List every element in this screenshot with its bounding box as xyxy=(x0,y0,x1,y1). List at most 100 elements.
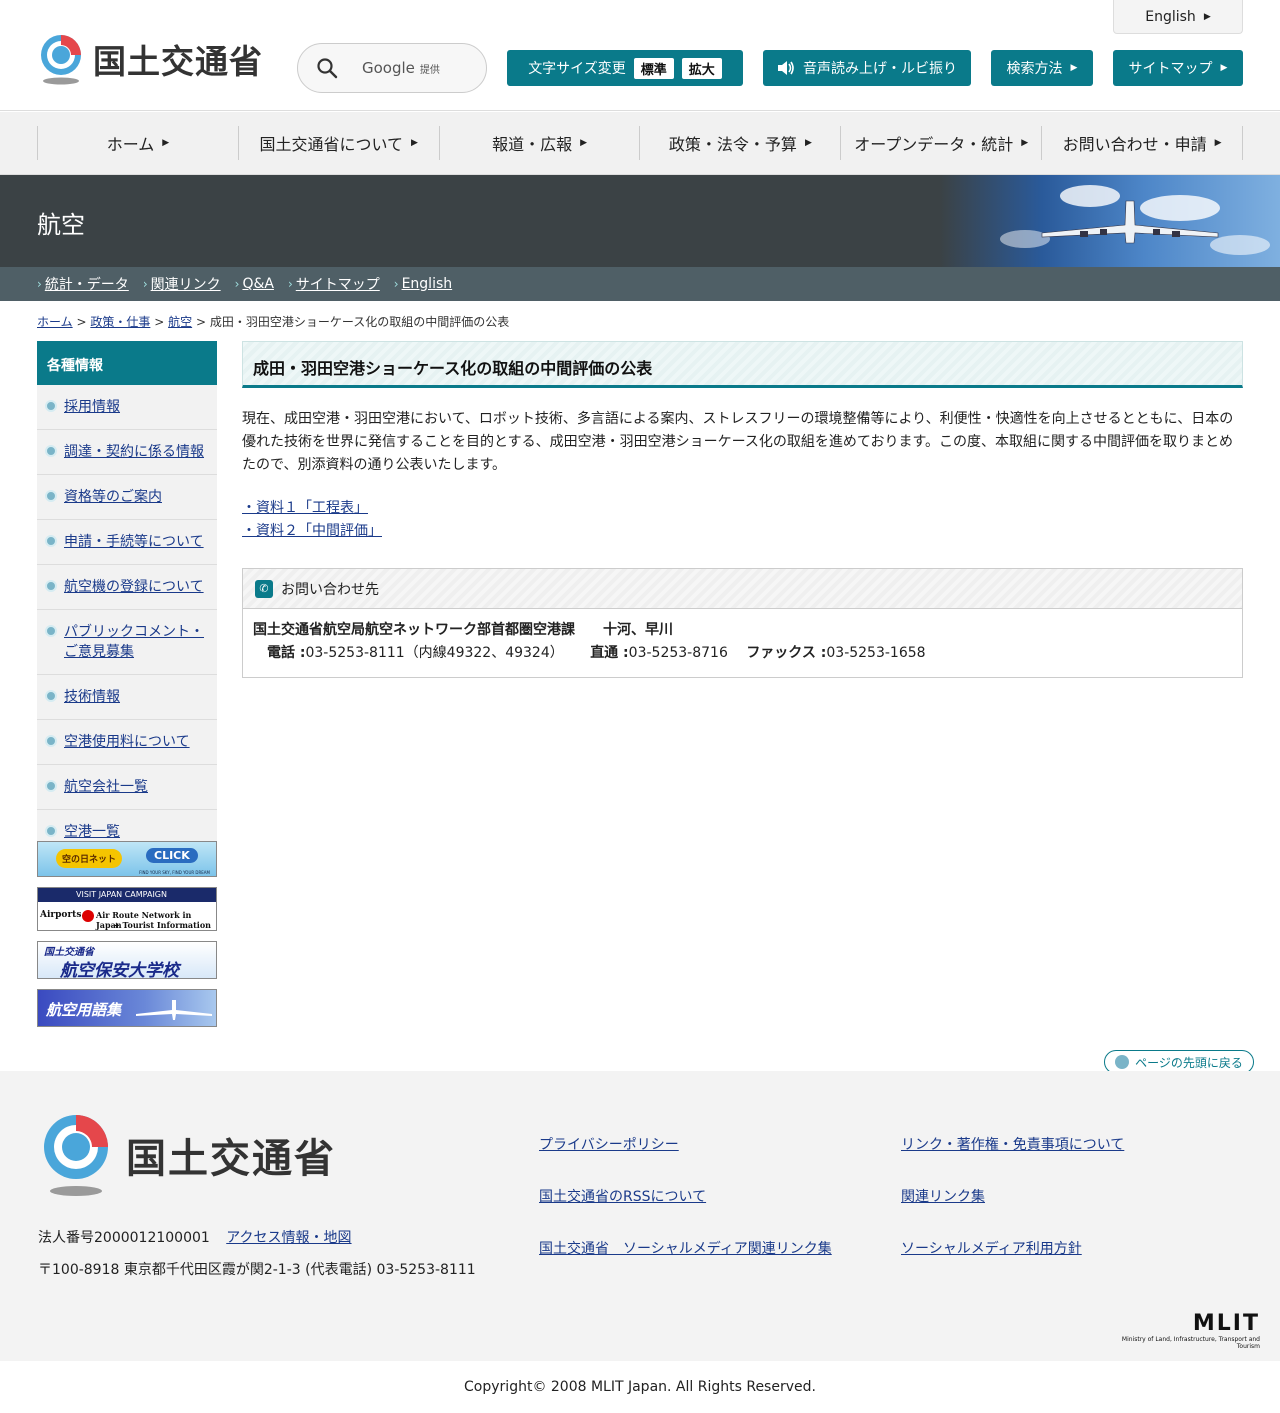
sora-no-hi-tagline: FIND YOUR SKY, FIND YOUR DREAM xyxy=(139,870,210,875)
site-logo[interactable]: 国土交通省 xyxy=(37,33,263,85)
breadcrumb-separator: > xyxy=(154,315,165,329)
logo-text: 国土交通省 xyxy=(93,42,263,81)
footer-logo[interactable]: 国土交通省 xyxy=(38,1113,336,1197)
sidebar-item-qualifications[interactable]: 資格等のご案内 xyxy=(37,475,217,520)
mlit-logo-mark-icon xyxy=(41,35,81,85)
red-sun-icon xyxy=(82,910,94,922)
breadcrumb-policy[interactable]: 政策・仕事 xyxy=(90,315,150,329)
sidebar-item-label[interactable]: 資格等のご案内 xyxy=(64,489,162,505)
gnav-label: オープンデータ・統計 xyxy=(854,135,1014,154)
banner-glossary[interactable]: 航空用語集 xyxy=(37,989,217,1027)
sidebar-item-procurement[interactable]: 調達・契約に係る情報 xyxy=(37,430,217,475)
sidebar-item-technical[interactable]: 技術情報 xyxy=(37,675,217,720)
voice-ruby-label: 音声読み上げ・ルビ振り xyxy=(803,61,957,77)
site-search[interactable]: Google 提供 xyxy=(297,43,487,93)
gnav-label: 政策・法令・予算 xyxy=(668,135,797,154)
banner-visit-japan[interactable]: VISIT JAPAN CAMPAIGN Airports Air Route … xyxy=(37,887,217,931)
subnav-link-sitemap[interactable]: サイトマップ xyxy=(296,274,380,294)
sidebar-item-label[interactable]: 空港一覧 xyxy=(64,824,120,840)
sidebar-heading: 各種情報 xyxy=(37,341,217,385)
sidebar-item-airlines[interactable]: 航空会社一覧 xyxy=(37,765,217,810)
voice-ruby-button[interactable]: 音声読み上げ・ルビ振り xyxy=(763,50,971,86)
sidebar-item-aircraft-registration[interactable]: 航空機の登録について xyxy=(37,565,217,610)
subnav-link-english[interactable]: English xyxy=(402,276,453,292)
gnav-item-press[interactable]: 報道・広報 ▶ xyxy=(438,126,640,160)
gnav-label: 国土交通省について xyxy=(259,135,404,154)
airplane-icon xyxy=(136,1000,212,1020)
section-banner: 航空 xyxy=(0,175,1280,267)
footer-address: 〒100-8918 東京都千代田区霞が関2-1-3 (代表電話) 03-5253… xyxy=(38,1262,476,1278)
sidebar-item-label[interactable]: 申請・手続等について xyxy=(64,534,204,550)
font-size-large-button[interactable]: 拡大 xyxy=(681,57,722,79)
sidebar-item-label[interactable]: パブリックコメント・ご意見募集 xyxy=(64,624,204,660)
circle-bullet-icon xyxy=(45,625,57,637)
breadcrumb-separator: > xyxy=(76,315,87,329)
breadcrumb: ホーム > 政策・仕事 > 航空 > 成田・羽田空港ショーケース化の取組の中間評… xyxy=(37,313,509,330)
attachment-link-evaluation[interactable]: ・資料２「中間評価」 xyxy=(242,523,382,539)
sidebar-item-recruit[interactable]: 採用情報 xyxy=(37,385,217,430)
chevron-right-icon: › xyxy=(287,277,293,291)
sidebar-item-label[interactable]: 採用情報 xyxy=(64,399,120,415)
sidebar-item-public-comment[interactable]: パブリックコメント・ご意見募集 xyxy=(37,610,217,675)
banner-sora-no-hi[interactable]: 空の日ネット CLICK FIND YOUR SKY, FIND YOUR DR… xyxy=(37,841,217,877)
contact-numbers: 電話 :03-5253-8111（内線49322、49324） 直通 :03-5… xyxy=(253,642,1232,665)
breadcrumb-aviation[interactable]: 航空 xyxy=(168,315,192,329)
gnav-item-home[interactable]: ホーム ▶ xyxy=(37,126,238,160)
banner-aviation-academy[interactable]: 国土交通省 航空保安大学校 xyxy=(37,941,217,979)
triangle-right-icon: ▶ xyxy=(580,138,588,148)
triangle-right-icon: ▶ xyxy=(1021,138,1029,148)
circle-bullet-icon xyxy=(45,690,57,702)
main-content: 成田・羽田空港ショーケース化の取組の中間評価の公表 現在、成田空港・羽田空港にお… xyxy=(242,341,1243,678)
subnav-link-qa[interactable]: Q&A xyxy=(242,276,274,292)
search-method-button[interactable]: 検索方法 ▶ xyxy=(991,50,1093,86)
gnav-item-contact[interactable]: お問い合わせ・申請 ▶ xyxy=(1041,126,1243,160)
sidebar-item-label[interactable]: 航空会社一覧 xyxy=(64,779,148,795)
attachment-link-schedule[interactable]: ・資料１「工程表」 xyxy=(242,500,368,516)
mlit-logo: MLIT xyxy=(1192,1311,1260,1336)
sidebar-item-label[interactable]: 空港使用料について xyxy=(64,734,190,750)
sora-no-hi-logo: 空の日ネット xyxy=(56,849,123,868)
sidebar: 各種情報 採用情報 調達・契約に係る情報 資格等のご案内 申請・手続等について … xyxy=(37,341,217,855)
subnav-link-related[interactable]: 関連リンク xyxy=(151,274,221,294)
contact-body: 国土交通省航空局航空ネットワーク部首都圏空港課 十河、早川 電話 :03-525… xyxy=(243,609,1242,677)
subnav-link-stats[interactable]: 統計・データ xyxy=(45,274,129,294)
breadcrumb-current: 成田・羽田空港ショーケース化の取組の中間評価の公表 xyxy=(209,315,510,329)
direct-label: 直通 : xyxy=(590,645,629,661)
gnav-label: 報道・広報 xyxy=(492,135,573,154)
back-to-top-label: ページの先頭に戻る xyxy=(1135,1055,1243,1070)
breadcrumb-home[interactable]: ホーム xyxy=(37,315,73,329)
corp-number: 法人番号2000012100001 xyxy=(38,1230,210,1246)
footer-link-social-links[interactable]: 国土交通省 ソーシャルメディア関連リンク集 xyxy=(539,1238,832,1258)
footer-link-rss[interactable]: 国土交通省のRSSについて xyxy=(539,1186,706,1206)
circle-bullet-icon xyxy=(45,735,57,747)
search-provider-suffix: 提供 xyxy=(419,64,440,76)
footer-link-privacy[interactable]: プライバシーポリシー xyxy=(539,1134,679,1154)
gnav-item-about[interactable]: 国土交通省について ▶ xyxy=(237,126,439,160)
direct-value: 03-5253-8716 xyxy=(628,645,728,661)
site-header: 国土交通省 Google 提供 English ▶ 文字サイズ変更 標準 拡大 … xyxy=(0,0,1280,111)
sidebar-item-label[interactable]: 技術情報 xyxy=(64,689,120,705)
circle-bullet-icon xyxy=(45,445,57,457)
gnav-item-policy[interactable]: 政策・法令・予算 ▶ xyxy=(639,126,840,160)
english-link[interactable]: English ▶ xyxy=(1113,0,1243,34)
footer-link-social-policy[interactable]: ソーシャルメディア利用方針 xyxy=(901,1238,1082,1258)
sidebar-item-airport-fees[interactable]: 空港使用料について xyxy=(37,720,217,765)
access-map-link[interactable]: アクセス情報・地図 xyxy=(226,1230,351,1246)
sidebar-item-applications[interactable]: 申請・手続等について xyxy=(37,520,217,565)
font-size-normal-button[interactable]: 標準 xyxy=(633,57,674,79)
sidebar-item-label[interactable]: 調達・契約に係る情報 xyxy=(64,444,204,460)
triangle-right-icon: ▶ xyxy=(1070,63,1078,73)
sidebar-item-label[interactable]: 航空機の登録について xyxy=(64,579,204,595)
page-body: 現在、成田空港・羽田空港において、ロボット技術、多言語による案内、ストレスフリー… xyxy=(242,411,1234,473)
airplane-sky-image xyxy=(940,175,1280,267)
circle-bullet-icon xyxy=(45,780,57,792)
page-title: 成田・羽田空港ショーケース化の取組の中間評価の公表 xyxy=(242,341,1243,388)
triangle-right-icon: ▶ xyxy=(1220,63,1228,73)
search-icon[interactable] xyxy=(316,57,338,79)
click-label: CLICK xyxy=(146,848,198,863)
gnav-item-opendata[interactable]: オープンデータ・統計 ▶ xyxy=(840,126,1041,160)
visit-japan-top: VISIT JAPAN CAMPAIGN xyxy=(38,888,216,902)
sitemap-button[interactable]: サイトマップ ▶ xyxy=(1113,50,1243,86)
footer-link-related[interactable]: 関連リンク集 xyxy=(901,1186,985,1206)
footer-link-copyright[interactable]: リンク・著作権・免責事項について xyxy=(901,1134,1124,1154)
